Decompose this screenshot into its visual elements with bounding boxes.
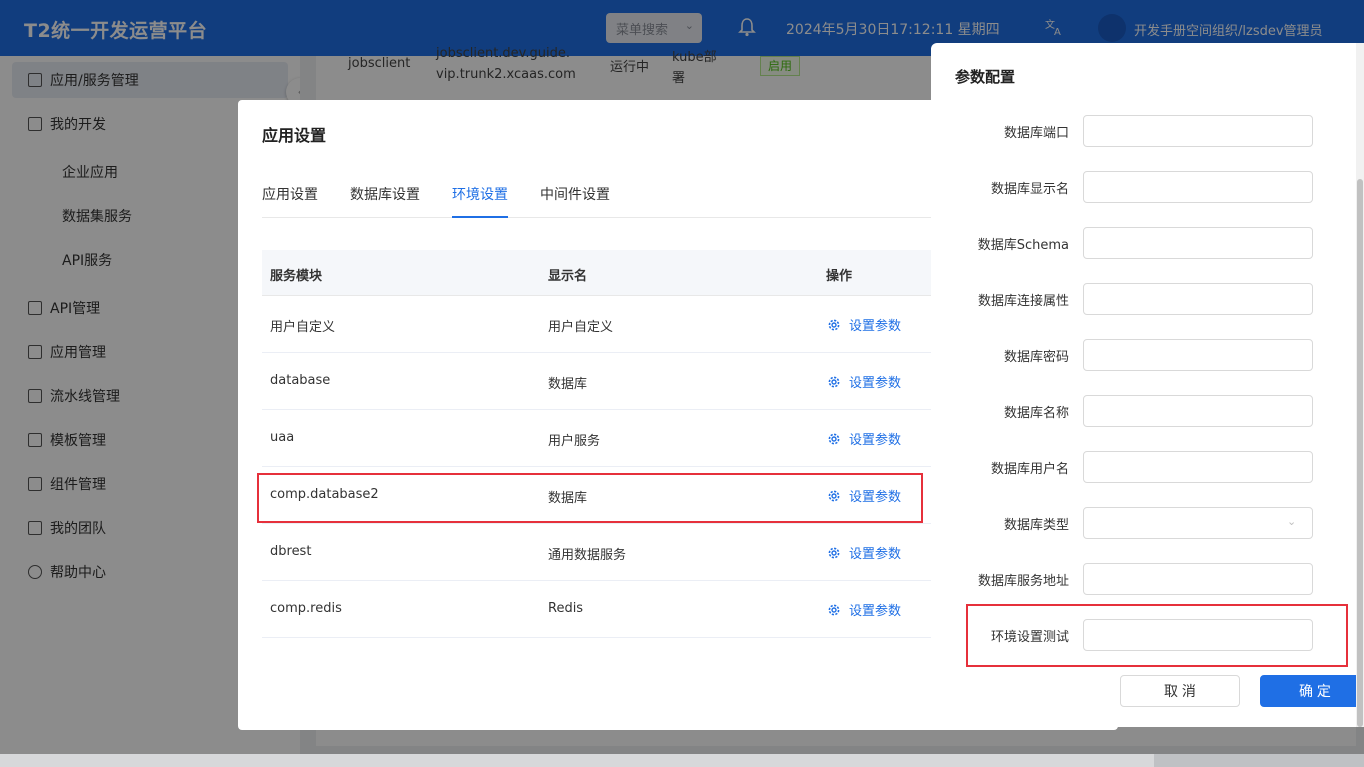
highlight-box-field bbox=[966, 604, 1348, 667]
set-params-link[interactable]: 设置参数 bbox=[827, 429, 901, 448]
field-label: 数据库Schema bbox=[977, 238, 1069, 253]
form-row-db-password: 数据库密码 bbox=[931, 339, 1351, 371]
form-row-db-conn-props: 数据库连接属性 bbox=[931, 283, 1351, 315]
tab-middleware-settings[interactable]: 中间件设置 bbox=[540, 184, 610, 218]
form-row-db-host: 数据库服务地址 bbox=[931, 563, 1351, 595]
field-label: 数据库名称 bbox=[1003, 406, 1069, 421]
scrollbar-thumb[interactable] bbox=[0, 754, 1154, 767]
gear-icon bbox=[828, 604, 840, 615]
horizontal-scrollbar[interactable] bbox=[0, 754, 1364, 767]
db-type-select[interactable] bbox=[1083, 507, 1313, 539]
db-conn-props-input[interactable] bbox=[1083, 283, 1313, 315]
scrollbar-thumb[interactable] bbox=[1357, 179, 1363, 727]
form-row-db-username: 数据库用户名 bbox=[931, 451, 1351, 483]
gear-icon bbox=[828, 433, 840, 444]
gear-icon bbox=[828, 547, 840, 558]
cell-module: comp.redis bbox=[270, 601, 342, 616]
cell-module: uaa bbox=[270, 430, 295, 445]
set-params-link[interactable]: 设置参数 bbox=[827, 372, 901, 391]
set-params-label: 设置参数 bbox=[849, 433, 902, 448]
field-label: 数据库显示名 bbox=[990, 182, 1069, 197]
param-config-drawer: 参数配置 数据库端口 数据库显示名 数据库Schema 数据库连接属性 数据库密… bbox=[931, 43, 1364, 727]
form-row-db-display-name: 数据库显示名 bbox=[931, 171, 1351, 203]
set-params-label: 设置参数 bbox=[849, 604, 902, 619]
cancel-button[interactable]: 取 消 bbox=[1120, 675, 1240, 707]
tab-app-settings[interactable]: 应用设置 bbox=[262, 184, 318, 218]
cell-display: 通用数据服务 bbox=[548, 548, 627, 563]
db-username-input[interactable] bbox=[1083, 451, 1313, 483]
db-password-input[interactable] bbox=[1083, 339, 1313, 371]
set-params-label: 设置参数 bbox=[849, 547, 902, 562]
field-label: 数据库密码 bbox=[1003, 350, 1069, 365]
db-display-name-input[interactable] bbox=[1083, 171, 1313, 203]
gear-icon bbox=[828, 319, 840, 330]
column-header-display: 显示名 bbox=[548, 269, 588, 284]
cell-display: 用户服务 bbox=[548, 434, 601, 449]
cell-display: Redis bbox=[548, 601, 584, 616]
set-params-label: 设置参数 bbox=[849, 319, 902, 334]
set-params-link[interactable]: 设置参数 bbox=[827, 543, 901, 562]
form-row-db-type: 数据库类型 ⌄ bbox=[931, 507, 1351, 539]
chevron-down-icon: ⌄ bbox=[1287, 515, 1297, 528]
form-row-db-name: 数据库名称 bbox=[931, 395, 1351, 427]
gear-icon bbox=[828, 376, 840, 387]
dialog-title: 应用设置 bbox=[262, 126, 327, 145]
form-row-db-port: 数据库端口 bbox=[931, 115, 1351, 147]
db-host-input[interactable] bbox=[1083, 563, 1313, 595]
db-port-input[interactable] bbox=[1083, 115, 1313, 147]
cell-module: 用户自定义 bbox=[270, 320, 336, 335]
field-label: 数据库服务地址 bbox=[977, 574, 1069, 589]
drawer-title: 参数配置 bbox=[955, 68, 1016, 86]
cell-module: database bbox=[270, 373, 331, 388]
field-label: 数据库类型 bbox=[1003, 518, 1069, 533]
form-row-db-schema: 数据库Schema bbox=[931, 227, 1351, 259]
db-schema-input[interactable] bbox=[1083, 227, 1313, 259]
set-params-label: 设置参数 bbox=[849, 376, 902, 391]
cell-display: 用户自定义 bbox=[548, 320, 614, 335]
cell-display: 数据库 bbox=[548, 377, 588, 392]
field-label: 数据库连接属性 bbox=[977, 294, 1069, 309]
set-params-link[interactable]: 设置参数 bbox=[827, 600, 901, 619]
cell-module: dbrest bbox=[270, 544, 312, 559]
column-header-module: 服务模块 bbox=[270, 269, 323, 284]
field-label: 数据库用户名 bbox=[990, 462, 1069, 477]
confirm-button[interactable]: 确 定 bbox=[1260, 675, 1364, 707]
highlight-box-row bbox=[257, 473, 923, 523]
tab-database-settings[interactable]: 数据库设置 bbox=[350, 184, 420, 218]
field-label: 数据库端口 bbox=[1003, 126, 1069, 141]
column-header-action: 操作 bbox=[826, 269, 853, 284]
db-name-input[interactable] bbox=[1083, 395, 1313, 427]
tab-env-settings[interactable]: 环境设置 bbox=[452, 184, 508, 218]
drawer-scrollbar[interactable] bbox=[1356, 43, 1364, 727]
set-params-link[interactable]: 设置参数 bbox=[827, 315, 901, 334]
